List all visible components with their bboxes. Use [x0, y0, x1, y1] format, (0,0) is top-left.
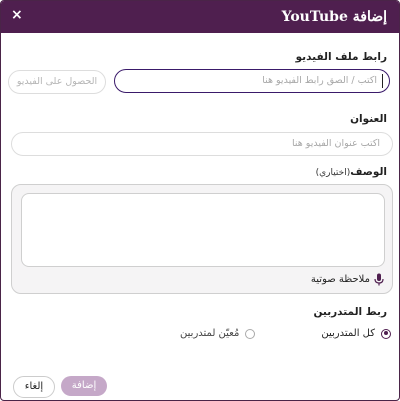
specific-trainees-label: مُعيّن لمتدربين: [180, 328, 240, 339]
dialog-title: إضافة YouTube: [281, 9, 387, 25]
specific-trainees-radio[interactable]: مُعيّن لمتدربين: [180, 328, 256, 339]
all-trainees-label: كل المتدربين: [321, 328, 375, 339]
radio-checked-icon: [381, 328, 391, 339]
trainees-radio-group: كل المتدربين مُعيّن لمتدربين: [180, 328, 391, 339]
video-url-placeholder: اكتب / الصق رابط الفيديو هنا: [262, 75, 377, 86]
title-label: العنوان: [350, 113, 387, 125]
description-label: الوصف(اختياري): [316, 166, 387, 178]
add-youtube-dialog: إضافة YouTube × رابط ملف الفيديو الحصول …: [0, 0, 400, 401]
radio-unchecked-icon: [245, 328, 256, 339]
description-box: ملاحظة صوتية: [11, 184, 393, 294]
optional-hint: (اختياري): [315, 168, 351, 178]
fetch-video-button[interactable]: الحصول على الفيديو: [8, 70, 106, 94]
voice-note-label: ملاحظة صوتية: [310, 274, 370, 285]
text-caret: [382, 74, 383, 88]
close-icon[interactable]: ×: [11, 7, 23, 23]
trainees-label: ربط المتدربين: [313, 306, 387, 318]
add-button[interactable]: إضافة: [61, 376, 107, 396]
title-placeholder: اكتب عنوان الفيديو هنا: [292, 138, 380, 149]
description-label-text: الوصف: [350, 166, 387, 178]
voice-note-button[interactable]: ملاحظة صوتية: [311, 273, 384, 286]
dialog-header: إضافة YouTube ×: [1, 1, 399, 33]
video-url-label: رابط ملف الفيديو: [295, 51, 387, 63]
title-input[interactable]: اكتب عنوان الفيديو هنا: [11, 132, 393, 156]
microphone-icon: [374, 273, 384, 286]
description-textarea[interactable]: [21, 193, 385, 267]
all-trainees-radio[interactable]: كل المتدربين: [321, 328, 391, 339]
video-url-input[interactable]: اكتب / الصق رابط الفيديو هنا: [114, 69, 390, 93]
cancel-button[interactable]: إلغاء: [13, 376, 55, 398]
